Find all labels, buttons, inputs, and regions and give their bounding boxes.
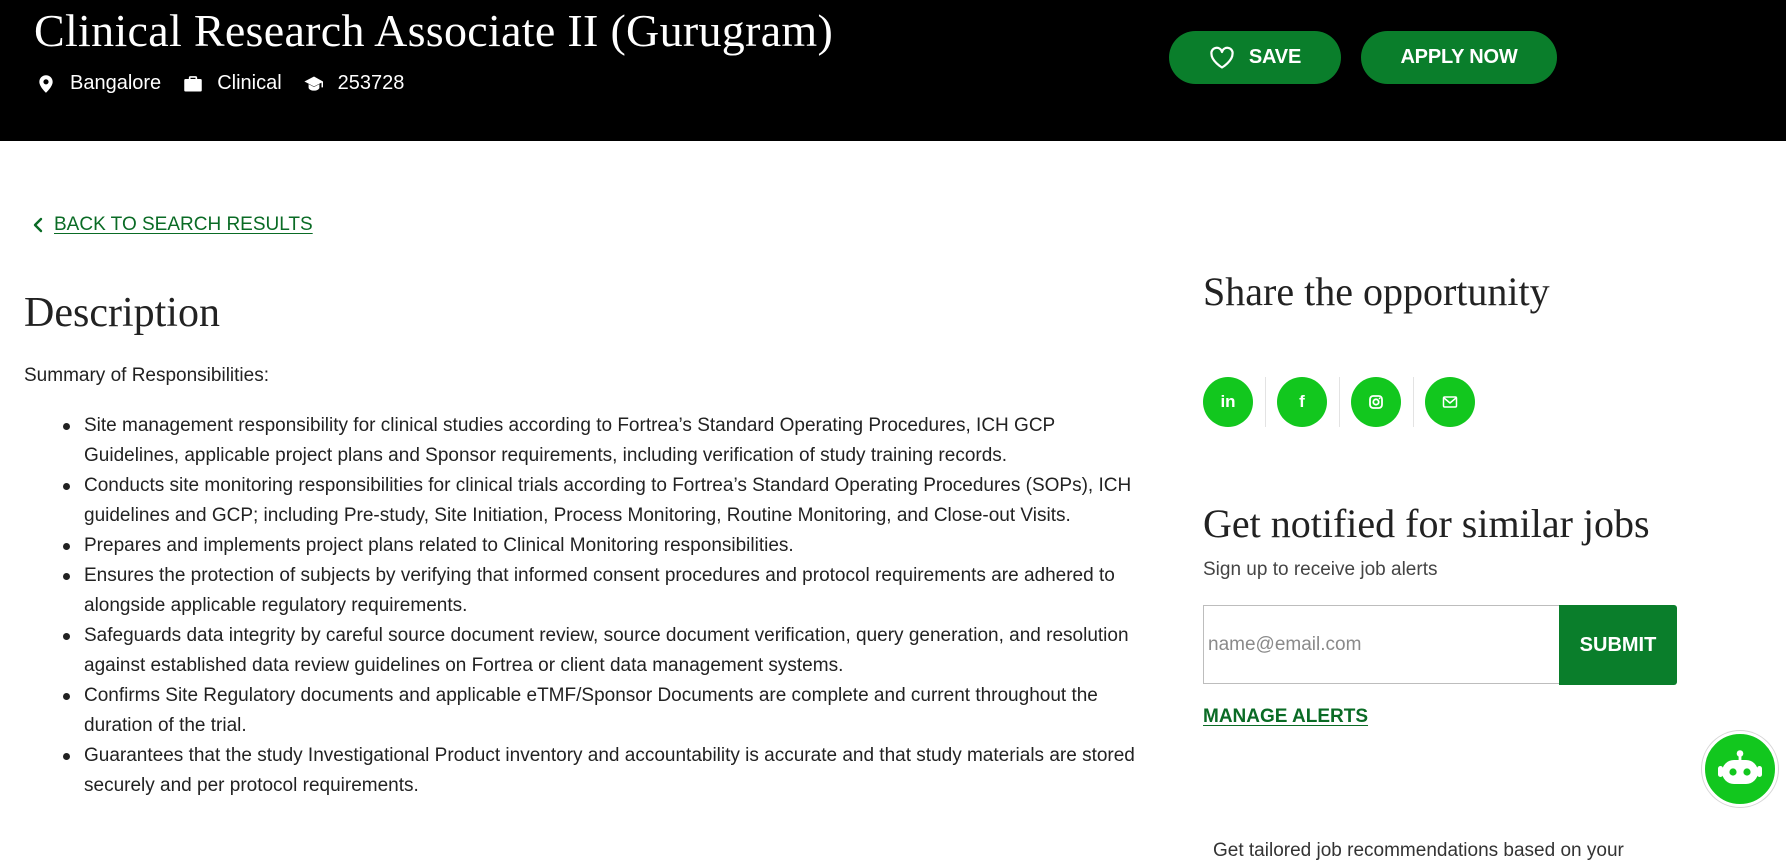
manage-alerts-link[interactable]: MANAGE ALERTS [1203,706,1368,728]
job-location: Bangalore [36,72,161,95]
list-item: Confirms Site Regulatory documents and a… [60,681,1140,741]
job-alerts-subheading: Sign up to receive job alerts [1203,559,1438,580]
list-item: Prepares and implements project plans re… [60,531,1140,561]
recommendations-teaser: Get tailored job recommendations based o… [1213,840,1624,861]
job-location-text: Bangalore [70,72,162,94]
share-linkedin-button[interactable]: in [1203,377,1253,427]
heart-icon [1210,46,1234,69]
facebook-icon: f [1299,392,1305,411]
job-title: Clinical Research Associate II (Gurugram… [34,5,834,56]
list-item: Guarantees that the study Investigationa… [60,741,1140,801]
job-id-text: 253728 [337,72,405,94]
briefcase-icon [184,75,202,91]
map-pin-icon [39,74,53,93]
job-id: 253728 [304,72,405,95]
chatbot-launcher[interactable] [1702,731,1778,807]
list-item: Conducts site monitoring responsibilitie… [60,471,1140,531]
job-meta: Bangalore Clinical 253728 [36,72,426,95]
email-field[interactable] [1203,605,1560,684]
instagram-icon [1369,395,1383,409]
apply-now-button[interactable]: APPLY NOW [1361,31,1557,84]
list-item: Safeguards data integrity by careful sou… [60,621,1140,681]
share-facebook-button[interactable]: f [1277,377,1327,427]
share-divider [1413,377,1414,427]
share-email-button[interactable] [1425,377,1475,427]
save-button[interactable]: SAVE [1169,31,1341,84]
summary-label: Summary of Responsibilities: [24,365,269,386]
share-heading: Share the opportunity [1203,269,1550,314]
share-divider [1265,377,1266,427]
description-heading: Description [24,290,220,336]
share-divider [1339,377,1340,427]
responsibilities-list: Site management responsibility for clini… [60,411,1140,801]
linkedin-icon: in [1220,392,1236,411]
job-alerts-heading: Get notified for similar jobs [1203,501,1650,546]
share-instagram-button[interactable] [1351,377,1401,427]
chevron-left-icon [33,217,43,233]
list-item: Site management responsibility for clini… [60,411,1140,471]
save-button-label: SAVE [1248,46,1302,68]
mail-icon [1442,396,1458,408]
job-category: Clinical [183,72,282,95]
job-category-text: Clinical [217,72,282,94]
list-item: Ensures the protection of subjects by ve… [60,561,1140,621]
back-to-search-link[interactable]: BACK TO SEARCH RESULTS [32,214,313,236]
graduation-cap-icon [304,76,323,91]
share-buttons: in f [1203,377,1475,427]
submit-button[interactable]: SUBMIT [1559,605,1677,685]
back-to-search-label: BACK TO SEARCH RESULTS [54,214,313,235]
job-header: Clinical Research Associate II (Gurugram… [0,0,1786,141]
robot-icon [1718,750,1762,784]
